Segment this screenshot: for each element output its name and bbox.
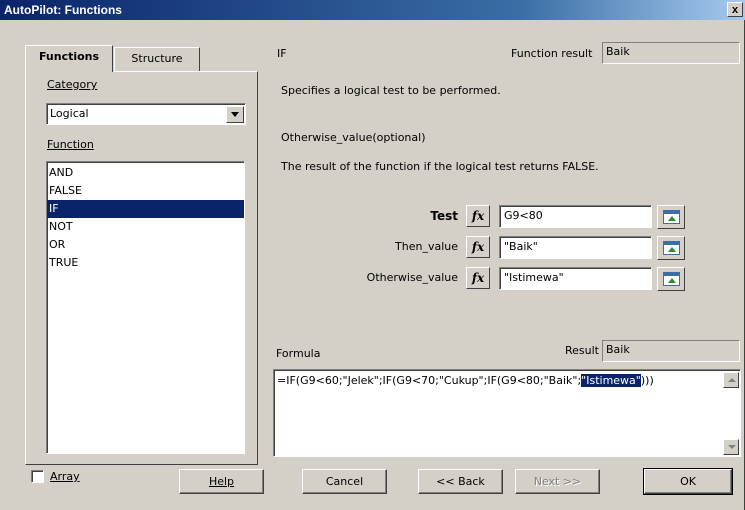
scroll-up-icon[interactable]: [723, 372, 739, 388]
function-name: IF: [277, 47, 287, 60]
parameter-description: The result of the function if the logica…: [281, 160, 599, 173]
cancel-button[interactable]: Cancel: [302, 469, 387, 494]
ok-button[interactable]: OK: [643, 468, 733, 495]
param-input-then[interactable]: "Baik": [499, 236, 652, 259]
shrink-icon[interactable]: [657, 267, 685, 291]
category-value: Logical: [50, 107, 89, 120]
formula-text: =IF(G9<60;"Jelek";IF(G9<70;"Cukup";IF(G9…: [277, 374, 654, 387]
formula-editor[interactable]: =IF(G9<60;"Jelek";IF(G9<70;"Cukup";IF(G9…: [273, 369, 741, 457]
close-icon[interactable]: x: [727, 2, 743, 17]
title-bar: AutoPilot: Functions x: [0, 0, 745, 20]
function-result-label: Function result: [511, 47, 593, 60]
list-item-selected[interactable]: IF: [47, 200, 244, 218]
fx-icon[interactable]: fx: [466, 236, 490, 258]
result-field: Baik: [602, 340, 740, 362]
shrink-icon[interactable]: [657, 236, 685, 260]
function-listbox[interactable]: AND FALSE IF NOT OR TRUE: [46, 161, 245, 454]
function-label: Function: [47, 138, 94, 151]
list-item[interactable]: FALSE: [47, 182, 244, 200]
fx-icon[interactable]: fx: [466, 205, 490, 227]
array-checkbox[interactable]: [31, 470, 44, 483]
category-select[interactable]: Logical: [46, 103, 246, 125]
help-button[interactable]: Help: [179, 469, 264, 494]
fx-icon[interactable]: fx: [466, 267, 490, 289]
function-result-field: Baik: [602, 42, 740, 64]
category-label: Category: [47, 78, 98, 91]
back-button[interactable]: << Back: [418, 469, 503, 494]
formula-label: Formula: [276, 347, 321, 360]
tab-structure[interactable]: Structure: [114, 47, 200, 71]
list-item[interactable]: OR: [47, 236, 244, 254]
param-label-then: Then_value: [395, 240, 458, 253]
array-label: Array: [50, 470, 80, 483]
next-button[interactable]: Next >>: [515, 469, 600, 494]
list-item[interactable]: NOT: [47, 218, 244, 236]
result-label: Result: [565, 344, 599, 357]
param-label-otherwise: Otherwise_value: [366, 271, 458, 284]
list-item[interactable]: AND: [47, 164, 244, 182]
autopilot-dialog: AutoPilot: Functions x Functions Structu…: [0, 0, 745, 510]
window-title: AutoPilot: Functions: [4, 3, 122, 17]
param-input-otherwise[interactable]: "Istimewa": [499, 267, 652, 290]
function-description: Specifies a logical test to be performed…: [281, 84, 501, 97]
list-item[interactable]: TRUE: [47, 254, 244, 272]
scroll-down-icon[interactable]: [723, 439, 739, 455]
parameter-name: Otherwise_value(optional): [281, 131, 426, 144]
shrink-icon[interactable]: [657, 205, 685, 229]
param-label-test: Test: [430, 209, 458, 223]
tab-functions[interactable]: Functions: [25, 45, 113, 72]
param-input-test[interactable]: G9<80: [499, 205, 652, 228]
chevron-down-icon[interactable]: [226, 106, 244, 123]
